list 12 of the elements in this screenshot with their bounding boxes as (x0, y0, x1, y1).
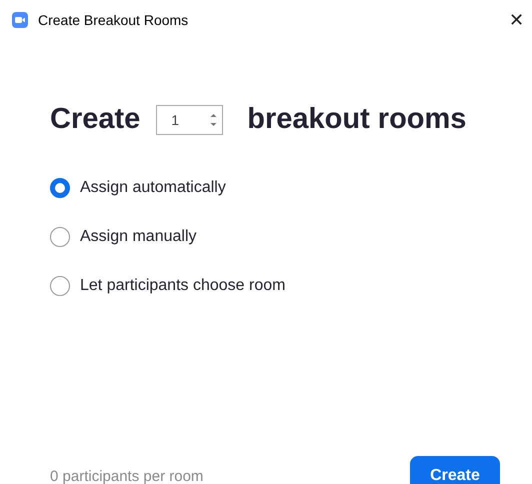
radio-option[interactable]: Let participants choose room (50, 274, 286, 298)
heading-text: breakout rooms (247, 102, 466, 138)
close-button[interactable]: ✕ (505, 11, 528, 29)
spinner-arrows-icon (210, 112, 218, 128)
heading-text: Create (50, 102, 140, 138)
window-title: Create Breakout Rooms (38, 10, 188, 30)
video-camera-icon (12, 12, 28, 28)
participants-per-room-text: 0 participants per room (50, 466, 204, 484)
create-button[interactable]: Create (410, 456, 500, 484)
radio-option[interactable]: Assign manually (50, 225, 196, 249)
radio-option[interactable]: Assign automatically (50, 176, 226, 200)
room-count-spinner[interactable]: 1 (156, 105, 224, 135)
